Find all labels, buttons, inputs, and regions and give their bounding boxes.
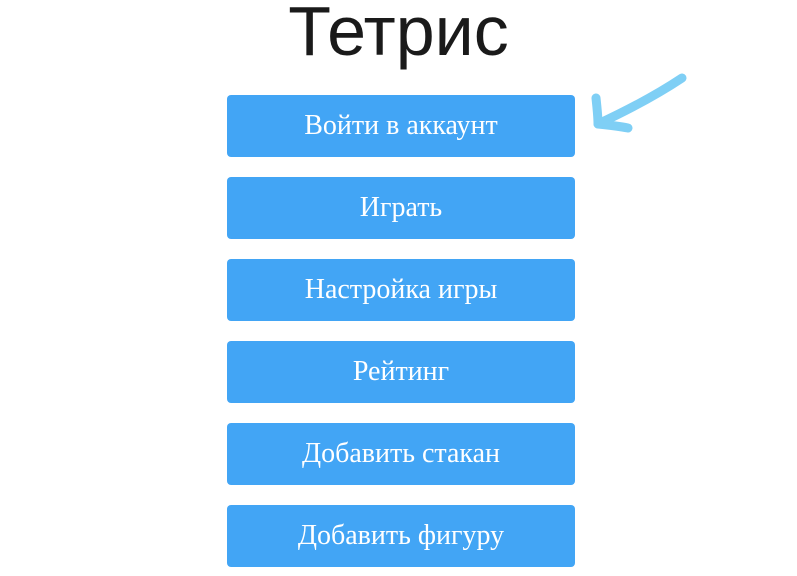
rating-button[interactable]: Рейтинг [227,341,575,403]
annotation-arrow-icon [591,73,687,133]
page: Тетрис Войти в аккаунт Играть Настройка … [0,0,797,576]
play-button[interactable]: Играть [227,177,575,239]
add-figure-button[interactable]: Добавить фигуру [227,505,575,567]
main-menu: Войти в аккаунт Играть Настройка игры Ре… [227,95,575,576]
game-settings-button[interactable]: Настройка игры [227,259,575,321]
login-button[interactable]: Войти в аккаунт [227,95,575,157]
page-title: Тетрис [288,0,509,70]
add-glass-button[interactable]: Добавить стакан [227,423,575,485]
